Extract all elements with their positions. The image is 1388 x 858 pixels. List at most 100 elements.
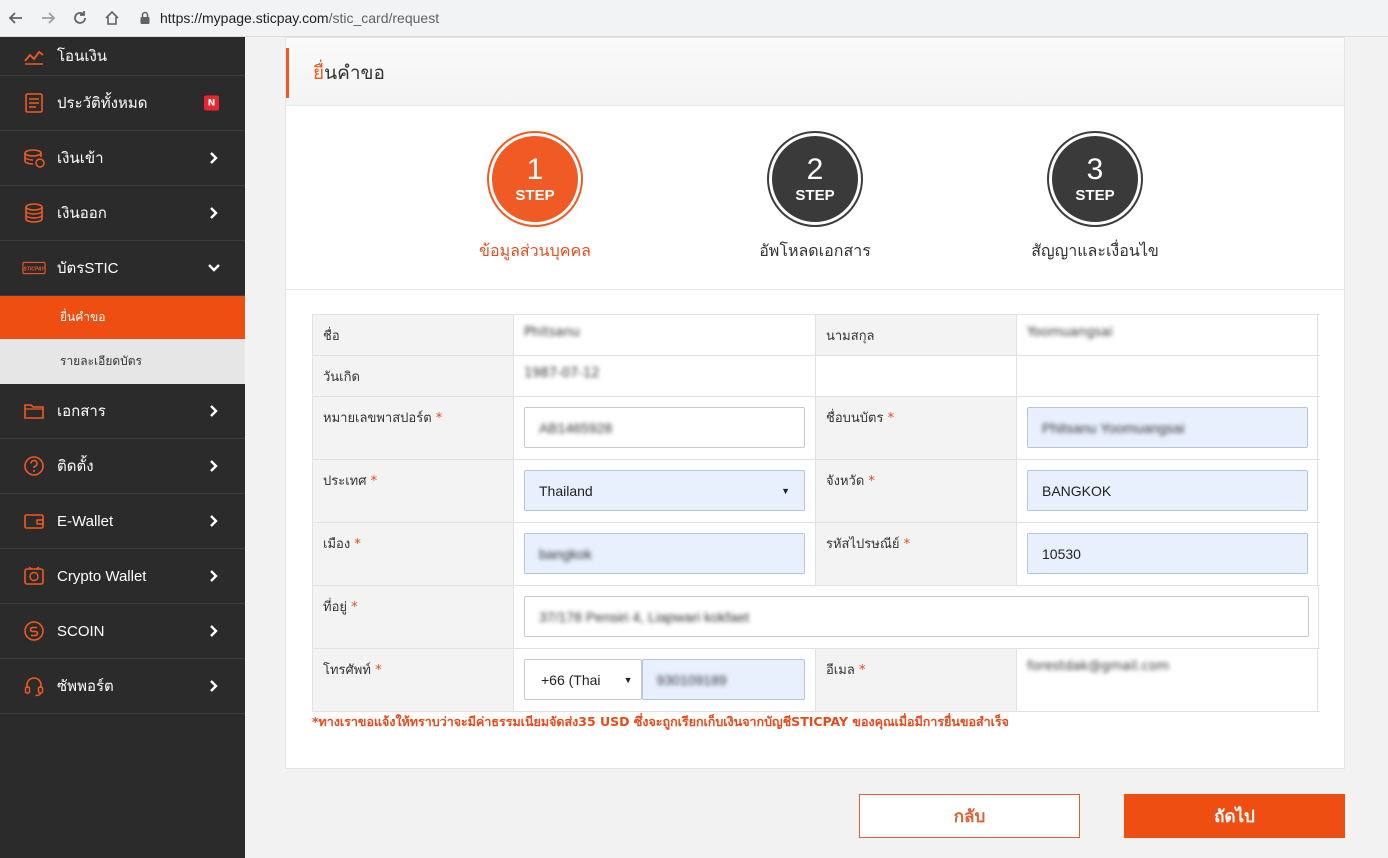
new-badge: N [204, 95, 219, 111]
card-icon: STICPAY [22, 256, 46, 280]
shipping-fee-note: *ทางเราขอแจ้งให้ทราบว่าจะมีค่าธรรมเนียมจ… [312, 714, 1009, 729]
chevron-down-icon [208, 264, 220, 272]
passport-input[interactable]: AB1465928 [524, 407, 805, 448]
required-mark: * [887, 411, 895, 426]
phone-input-text: 930109189 [656, 671, 727, 688]
address-cell: 37/178 Pensiri 4, Liapwari kokfaet [513, 586, 1319, 648]
sidebar-subitem-request[interactable]: ยื่นคำขอ [0, 296, 245, 339]
postal-cell: 10530 [1016, 523, 1318, 585]
step-2-circle: 2 STEP [769, 133, 861, 225]
step-number: 1 [526, 152, 544, 186]
sidebar: โอนเงิน ประวัติทั้งหมด N เงินเข้า เงินออ… [0, 37, 245, 858]
transfer-icon [22, 44, 46, 68]
required-mark: * [435, 411, 443, 426]
address-label-text: ที่อยู่ [323, 600, 347, 615]
sidebar-item-transfer[interactable]: โอนเงิน [0, 37, 245, 76]
sidebar-item-documents[interactable]: เอกสาร [0, 384, 245, 439]
step-1-circle: 1 STEP [489, 133, 581, 225]
step-2: 2 STEP อัพโหลดเอกสาร [715, 133, 915, 264]
address-input-text: 37/178 Pensiri 4, Liapwari kokfaet [539, 608, 750, 625]
reload-icon[interactable] [64, 0, 96, 37]
chevron-right-icon [210, 515, 218, 527]
lock-icon [140, 11, 150, 24]
step-word: STEP [515, 186, 555, 204]
birthdate-value: 1987-07-12 [513, 356, 815, 396]
page-title: ยื่ นคำขอ [286, 48, 1344, 98]
headset-icon [22, 674, 46, 698]
chevron-right-icon [210, 625, 218, 637]
url-path: /stic_card/request [328, 10, 440, 26]
sidebar-item-label: ติดตั้ง [57, 458, 94, 475]
browser-toolbar: https://mypage.sticpay.com/stic_card/req… [0, 0, 1388, 37]
phone-code-select[interactable]: +66 (Thai ▼ [524, 659, 642, 700]
card-name-input-text: Phitsanu Yoomuangsai [1042, 419, 1185, 436]
country-select[interactable]: Thailand ▼ [524, 470, 805, 511]
sidebar-item-stic-card[interactable]: STICPAY บัตรSTIC [0, 241, 245, 296]
sidebar-item-history[interactable]: ประวัติทั้งหมด N [0, 76, 245, 131]
address-input[interactable]: 37/178 Pensiri 4, Liapwari kokfaet [524, 596, 1309, 637]
sidebar-item-crypto-wallet[interactable]: Crypto Wallet [0, 549, 245, 604]
deposit-icon [22, 146, 46, 170]
city-label: เมือง * [312, 523, 513, 585]
crypto-icon [22, 564, 46, 588]
form-row-name: ชื่อ Phitsanu นามสกุล Yoomuangsai [312, 315, 1320, 356]
sidebar-item-withdraw[interactable]: เงินออก [0, 186, 245, 241]
city-label-text: เมือง [323, 537, 351, 552]
city-input-text: bangkok [539, 545, 592, 562]
scoin-icon [22, 619, 46, 643]
first-name-value: Phitsanu [513, 315, 815, 355]
passport-cell: AB1465928 [513, 397, 815, 459]
sidebar-item-support[interactable]: ซัพพอร์ต [0, 659, 245, 714]
dropdown-arrow-icon: ▼ [623, 674, 633, 685]
sidebar-item-ewallet[interactable]: E-Wallet [0, 494, 245, 549]
page-title-rest: นคำขอ [324, 62, 385, 84]
sidebar-subitem-card-details[interactable]: รายละเอียดบัตร [0, 339, 245, 384]
email-label-text: อีเมล [826, 663, 855, 678]
phone-cell: +66 (Thai ▼ 930109189 [513, 649, 815, 711]
sidebar-item-label: E-Wallet [57, 512, 114, 530]
province-cell: BANGKOK [1016, 460, 1318, 522]
sidebar-item-label: เงินเข้า [57, 150, 104, 167]
personal-info-form: ชื่อ Phitsanu นามสกุล Yoomuangsai วันเกิ… [312, 314, 1320, 712]
sidebar-item-label: ซัพพอร์ต [57, 678, 114, 695]
sidebar-item-deposit[interactable]: เงินเข้า [0, 131, 245, 186]
question-icon [22, 454, 46, 478]
empty-value [1016, 356, 1318, 396]
city-cell: bangkok [513, 523, 815, 585]
history-icon [22, 91, 46, 115]
form-row-address: ที่อยู่ * 37/178 Pensiri 4, Liapwari kok… [312, 586, 1320, 649]
step-3-circle: 3 STEP [1049, 133, 1141, 225]
birthdate-label: วันเกิด [312, 356, 513, 396]
card-icon-text: STICPAY [23, 266, 45, 272]
home-icon[interactable] [96, 0, 128, 37]
address-bar[interactable]: https://mypage.sticpay.com/stic_card/req… [138, 4, 439, 32]
last-name-text: Yoomuangsai [1027, 325, 1113, 340]
province-input[interactable]: BANGKOK [1027, 470, 1308, 511]
sidebar-item-scoin[interactable]: SCOIN [0, 604, 245, 659]
required-mark: * [903, 537, 911, 552]
passport-input-text: AB1465928 [539, 419, 613, 436]
email-text: forestdak@gmail.com [1027, 659, 1170, 674]
card-name-input[interactable]: Phitsanu Yoomuangsai [1027, 407, 1308, 448]
postal-input[interactable]: 10530 [1027, 533, 1308, 574]
phone-input[interactable]: 930109189 [641, 659, 805, 700]
forward-arrow-icon[interactable] [32, 0, 64, 37]
card-name-cell: Phitsanu Yoomuangsai [1016, 397, 1318, 459]
step-number: 3 [1086, 152, 1104, 186]
last-name-label: นามสกุล [815, 315, 1016, 355]
back-button[interactable]: กลับ [859, 794, 1080, 838]
country-label: ประเทศ * [312, 460, 513, 522]
sidebar-item-setup[interactable]: ติดตั้ง [0, 439, 245, 494]
step-word: STEP [795, 186, 835, 204]
passport-label-text: หมายเลขพาสปอร์ต [323, 411, 432, 426]
city-input[interactable]: bangkok [524, 533, 805, 574]
chevron-right-icon [210, 207, 218, 219]
required-mark: * [370, 474, 378, 489]
last-name-value: Yoomuangsai [1016, 315, 1318, 355]
url-host: https://mypage.sticpay.com [160, 10, 329, 26]
sidebar-item-label: SCOIN [57, 622, 105, 640]
page-title-highlight: ยื่ [313, 62, 325, 84]
next-button[interactable]: ถัดไป [1124, 794, 1345, 838]
form-row-birthdate: วันเกิด 1987-07-12 [312, 356, 1320, 397]
back-arrow-icon[interactable] [0, 0, 32, 37]
